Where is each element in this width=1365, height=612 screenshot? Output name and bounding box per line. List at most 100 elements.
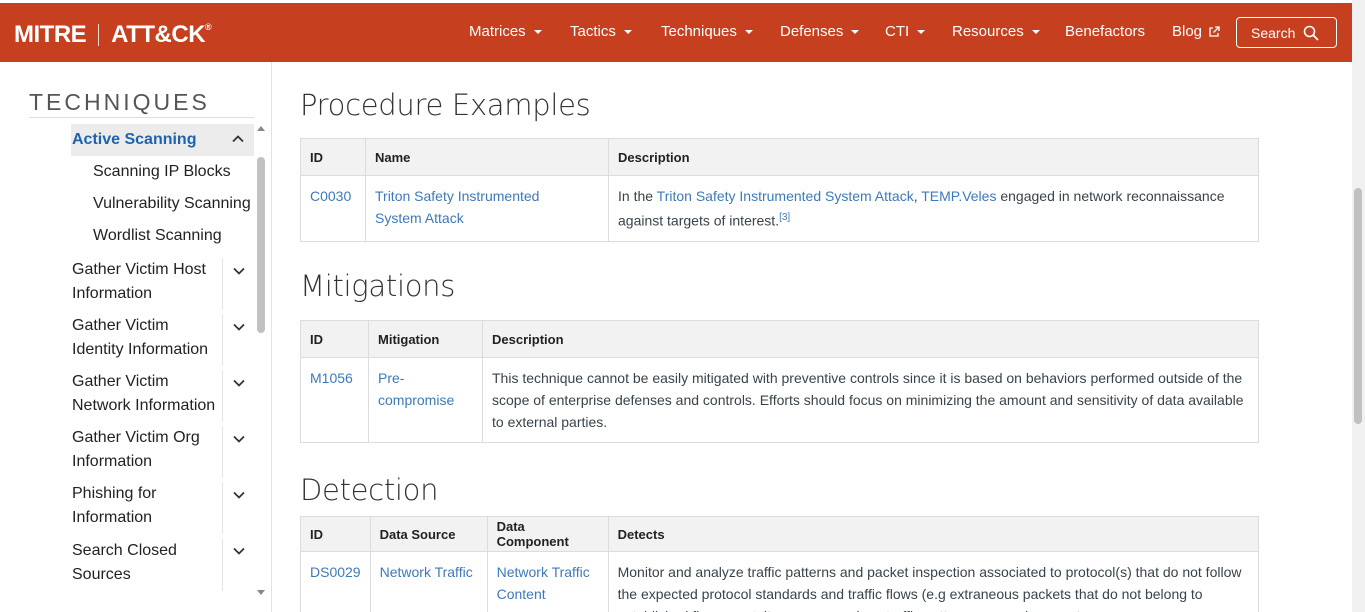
nav-techniques[interactable]: Techniques (661, 23, 753, 40)
nav-resources[interactable]: Resources (952, 23, 1040, 40)
reference-link[interactable]: [3] (779, 212, 790, 223)
sidebar-item-search-closed-sources[interactable]: Search Closed Sources (72, 539, 222, 587)
caret-down-icon (1031, 29, 1040, 34)
nav-resources-label: Resources (952, 23, 1024, 40)
procedure-name-line2: System Attack (375, 210, 464, 226)
detects-description: Monitor and analyze traffic patterns and… (607, 551, 1260, 612)
mitre-attack-logo[interactable]: MITRE ATT&CK ® (14, 21, 212, 49)
chevron-down-icon[interactable] (232, 432, 246, 446)
sidebar-item-label: Gather Victim Org (72, 429, 200, 446)
table-row: DS0029 Network Traffic Network Traffic Co… (300, 551, 1260, 612)
column-header: Data Component (486, 516, 609, 552)
nav-benefactors-label: Benefactors (1065, 23, 1146, 40)
sidebar-item-gather-victim-host-information[interactable]: Gather Victim Host Information (72, 258, 222, 306)
mitigation-name-link[interactable]: Pre-compromise (378, 370, 454, 408)
data-component-line2: Content (496, 586, 546, 602)
description-text: In the (618, 188, 657, 204)
search-button[interactable]: Search (1236, 17, 1337, 48)
caret-down-icon (744, 29, 753, 34)
sidebar-item-label: Information (72, 285, 153, 302)
sidebar-subitem-vulnerability-scanning[interactable]: Vulnerability Scanning (93, 195, 251, 213)
sidebar-divider (222, 314, 223, 366)
column-header: Mitigation (368, 320, 483, 358)
sidebar-item-phishing-for-information[interactable]: Phishing for Information (72, 482, 222, 530)
sidebar-item-label: Search Closed (72, 542, 177, 559)
mitigations-title: Mitigations (300, 269, 456, 303)
sidebar-item-gather-victim-identity-information[interactable]: Gather Victim Identity Information (72, 314, 222, 362)
column-header: Detects (607, 516, 1260, 552)
sidebar-title: TECHNIQUES (29, 89, 210, 115)
nav-tactics[interactable]: Tactics (570, 23, 632, 40)
table-row: M1056 Pre-compromise This technique cann… (300, 357, 1259, 443)
detection-title: Detection (300, 473, 439, 507)
nav-benefactors[interactable]: Benefactors (1065, 23, 1145, 40)
mitigation-id-link[interactable]: M1056 (310, 370, 353, 386)
sidebar-item-gather-victim-org-information[interactable]: Gather Victim Org Information (72, 426, 222, 474)
brand-mitre: MITRE (14, 21, 87, 48)
chevron-down-icon[interactable] (232, 320, 246, 334)
brand-separator (98, 24, 100, 46)
sidebar-item-active-scanning[interactable]: Active Scanning (71, 124, 254, 156)
search-button-label: Search (1251, 24, 1296, 41)
campaign-link[interactable]: Triton Safety Instrumented System Attack (657, 188, 914, 204)
caret-down-icon (851, 29, 860, 34)
chevron-up-icon[interactable] (231, 132, 245, 146)
column-header: Name (365, 138, 609, 176)
sidebar-item-gather-victim-network-information[interactable]: Gather Victim Network Information (72, 370, 222, 418)
table-row: C0030 Triton Safety Instrumented System A… (300, 175, 1259, 242)
nav-matrices[interactable]: Matrices (469, 23, 542, 40)
column-header: Description (608, 138, 1259, 176)
column-header: ID (300, 138, 366, 176)
data-component-line1: Network Traffic (496, 564, 590, 580)
procedure-examples-title: Procedure Examples (300, 88, 591, 122)
mitigation-name-line1: Pre- (378, 370, 405, 386)
sidebar-item-label: Active Scanning (72, 131, 197, 148)
sidebar-divider (222, 426, 223, 478)
nav-defenses[interactable]: Defenses (780, 23, 860, 40)
brand-registered: ® (205, 22, 212, 32)
sidebar-divider (29, 117, 254, 118)
sidebar-item-label: Identity Information (72, 341, 209, 358)
chevron-down-icon[interactable] (232, 544, 246, 558)
techniques-sidebar: TECHNIQUES Active Scanning Scanning IP B… (0, 62, 272, 612)
sidebar-item-label: Phishing for (72, 485, 157, 502)
chevron-down-icon[interactable] (232, 376, 246, 390)
data-component-link[interactable]: Network Traffic Content (497, 564, 590, 602)
sidebar-item-label: Information (72, 453, 153, 470)
sidebar-item-label: Gather Victim (72, 317, 169, 334)
nav-matrices-label: Matrices (469, 23, 526, 40)
sidebar-item-label: Sources (72, 566, 131, 583)
external-link-icon (1209, 25, 1220, 37)
sidebar-divider (222, 370, 223, 422)
chevron-down-icon[interactable] (232, 264, 246, 278)
nav-blog[interactable]: Blog (1172, 23, 1220, 40)
nav-cti[interactable]: CTI (885, 23, 926, 40)
page-scrollbar-thumb[interactable] (1354, 188, 1362, 424)
sidebar-scrollbar-thumb[interactable] (257, 157, 265, 333)
data-source-link[interactable]: Network Traffic (380, 564, 473, 580)
group-link[interactable]: TEMP.Veles (921, 188, 996, 204)
search-icon (1304, 25, 1319, 41)
data-source-id-link[interactable]: DS0029 (310, 564, 361, 580)
procedure-description: In the Triton Safety Instrumented System… (608, 175, 1259, 242)
scroll-up-arrow-icon[interactable] (256, 124, 266, 134)
procedure-id-link[interactable]: C0030 (310, 188, 351, 204)
caret-down-icon (533, 29, 542, 34)
chevron-down-icon[interactable] (232, 488, 246, 502)
sidebar-subitem-scanning-ip-blocks[interactable]: Scanning IP Blocks (93, 163, 231, 181)
scroll-down-arrow-icon[interactable] (256, 587, 266, 597)
sidebar-subitem-wordlist-scanning[interactable]: Wordlist Scanning (93, 227, 222, 245)
table-header-row: ID Mitigation Description (300, 320, 1259, 358)
page-scrollbar[interactable] (1352, 0, 1365, 612)
sidebar-divider (222, 482, 223, 534)
sidebar-item-label: Information (72, 509, 153, 526)
nav-cti-label: CTI (885, 23, 910, 40)
column-header: ID (300, 516, 371, 552)
nav-defenses-label: Defenses (780, 23, 844, 40)
detection-table: ID Data Source Data Component Detects DS… (300, 516, 1260, 612)
caret-down-icon (917, 29, 926, 34)
procedure-examples-table: ID Name Description C0030 Triton Safety … (300, 138, 1259, 242)
procedure-name-link[interactable]: Triton Safety Instrumented System Attack (375, 188, 539, 226)
brand-attack: ATT&CK (111, 21, 206, 48)
table-header-row: ID Data Source Data Component Detects (300, 516, 1260, 552)
